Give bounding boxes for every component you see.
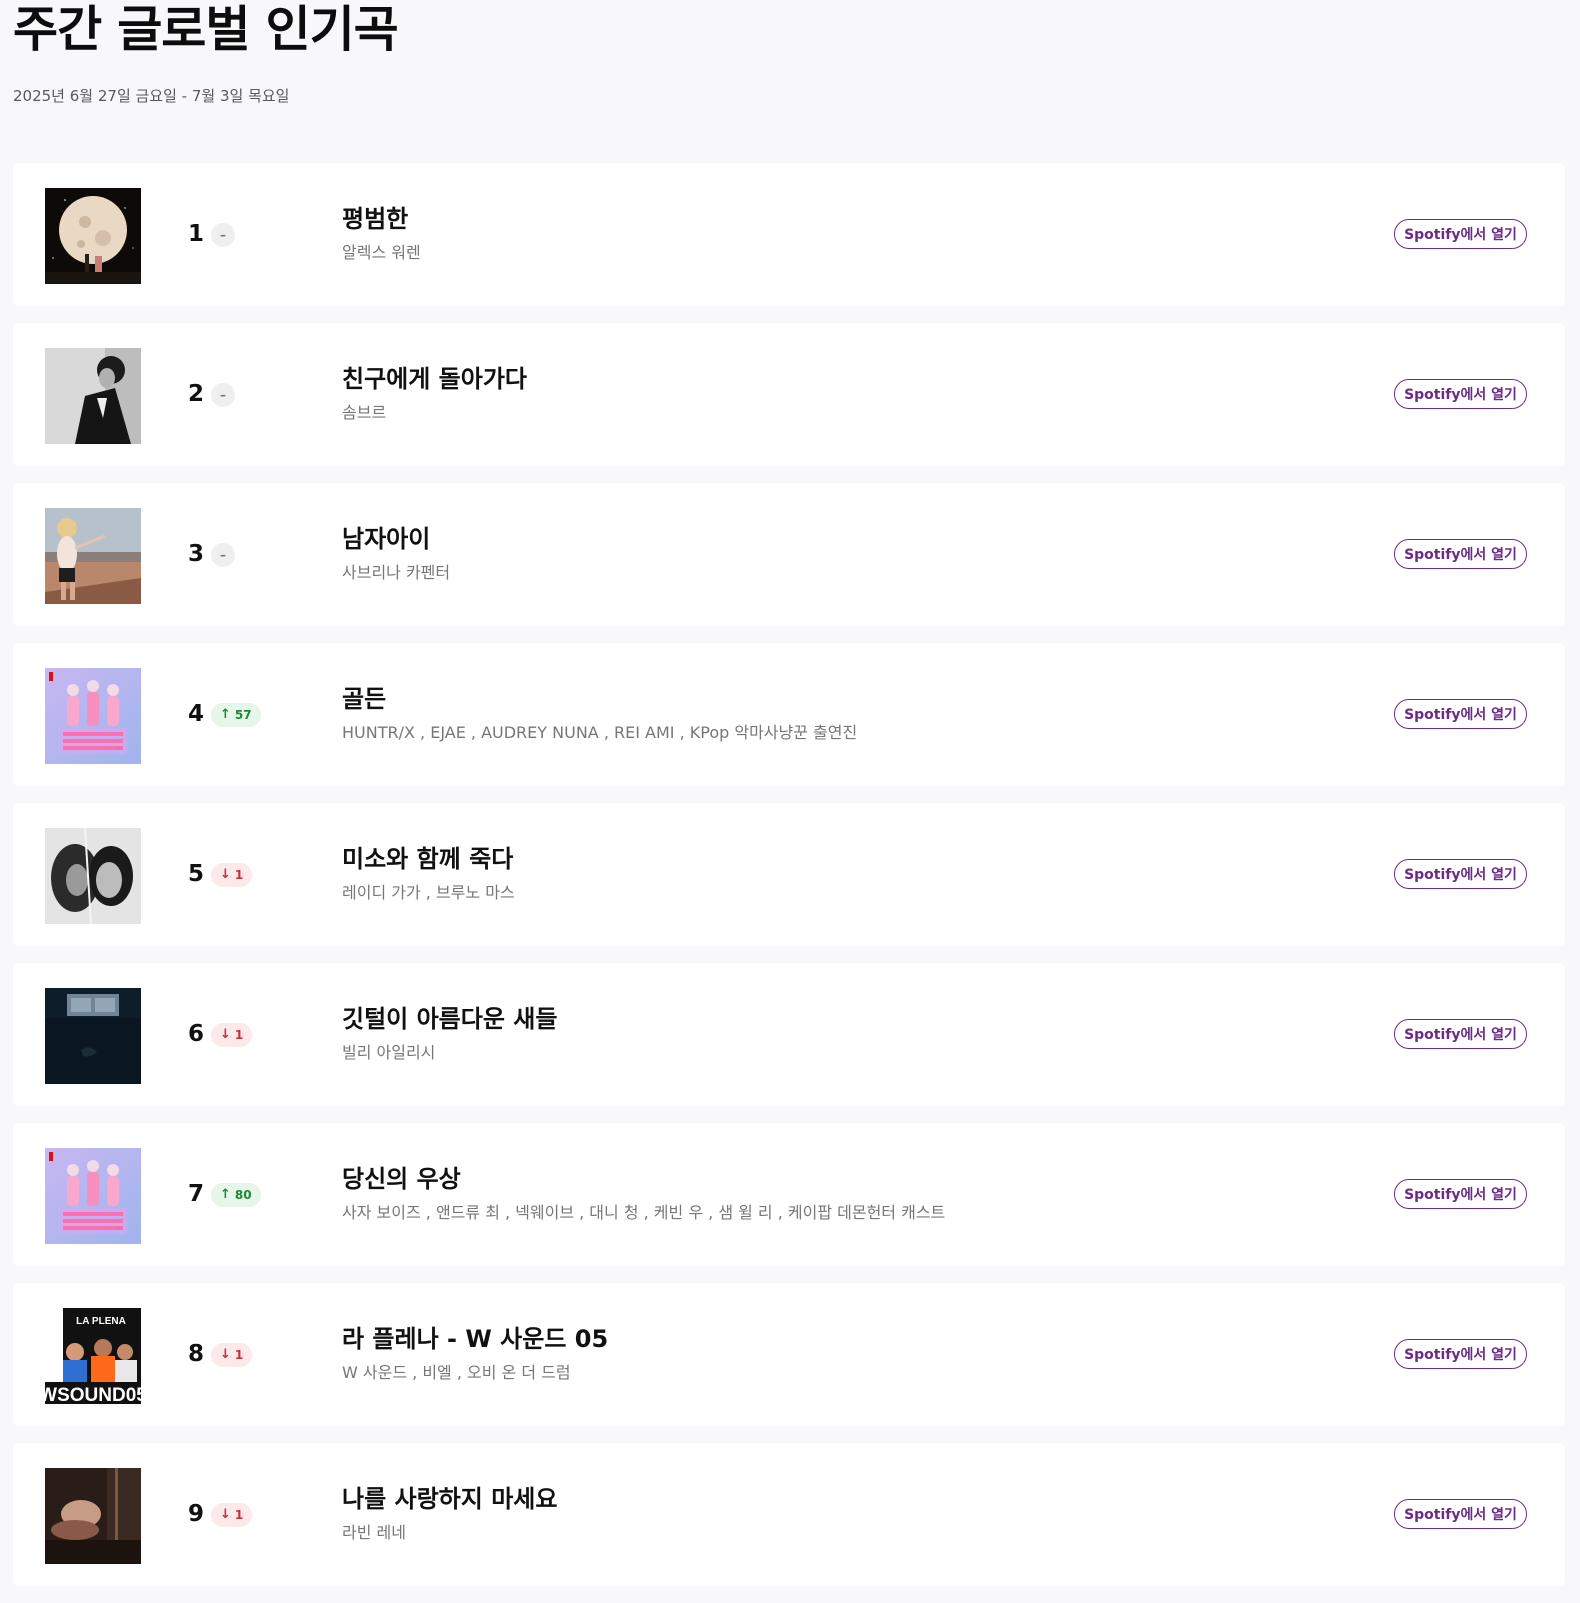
page-title: 주간 글로벌 인기곡 <box>13 1 399 58</box>
desert-cover-svg <box>45 508 141 604</box>
track-title: 당신의 우상 <box>342 1165 461 1193</box>
kpop-cover-svg <box>45 1148 141 1244</box>
chart-row: 7 ↑ 80 당신의 우상 사자 보이즈 , 앤드류 최 , 넥웨이브 , 대니… <box>13 1123 1565 1266</box>
track-title: 골든 <box>342 685 387 713</box>
rank-change-badge: ↑ 57 <box>211 703 261 727</box>
rank-number: 1 <box>188 221 205 247</box>
chart-row: LA PLENA WSOUND05 8 ↓ 1 라 플레나 - W 사운드 05… <box>13 1283 1565 1426</box>
dark-portrait-cover-art <box>45 1468 141 1564</box>
rank-number: 8 <box>188 1341 205 1367</box>
cover-text-top: LA PLENA <box>76 1316 126 1327</box>
track-artists: 솜브르 <box>342 403 387 422</box>
kpop-demon-hunters-cover-art <box>45 1148 141 1244</box>
open-in-spotify-button[interactable]: Spotify에서 열기 <box>1394 859 1527 889</box>
track-artists: 라빈 레네 <box>342 1523 406 1542</box>
open-in-spotify-button[interactable]: Spotify에서 열기 <box>1394 219 1527 249</box>
rank-change-value: 57 <box>234 708 252 722</box>
underwater-cover-art <box>45 988 141 1084</box>
track-artists: HUNTR/X , EJAE , AUDREY NUNA , REI AMI ,… <box>342 723 858 742</box>
track-title: 나를 사랑하지 마세요 <box>342 1485 558 1513</box>
arrow-down-icon: ↓ <box>220 1507 231 1522</box>
track-title: 라 플레나 - W 사운드 05 <box>342 1325 609 1353</box>
open-in-spotify-button[interactable]: Spotify에서 열기 <box>1394 699 1527 729</box>
dark-portrait-cover-svg <box>45 1468 141 1564</box>
open-in-spotify-button[interactable]: Spotify에서 열기 <box>1394 539 1527 569</box>
rank-change-value: – <box>220 228 226 242</box>
rank-number: 3 <box>188 541 205 567</box>
arrow-up-icon: ↑ <box>220 1187 231 1202</box>
chart-row: 2 – 친구에게 돌아가다 솜브르 Spotify에서 열기 <box>13 323 1565 466</box>
rank-change-value: 1 <box>234 1028 244 1042</box>
chart-row: 6 ↓ 1 깃털이 아름다운 새들 빌리 아일리시 Spotify에서 열기 <box>13 963 1565 1106</box>
track-artists: 빌리 아일리시 <box>342 1043 436 1062</box>
bw-portrait-cover-art <box>45 348 141 444</box>
rank-number: 2 <box>188 381 205 407</box>
arrow-down-icon: ↓ <box>220 1347 231 1362</box>
rank-number: 7 <box>188 1181 205 1207</box>
chart-row: 3 – 남자아이 사브리나 카펜터 Spotify에서 열기 <box>13 483 1565 626</box>
rank-change-badge: ↓ 1 <box>211 1503 253 1527</box>
arrow-down-icon: ↓ <box>220 1027 231 1042</box>
open-in-spotify-button[interactable]: Spotify에서 열기 <box>1394 1339 1527 1369</box>
chart-row: 4 ↑ 57 골든 HUNTR/X , EJAE , AUDREY NUNA ,… <box>13 643 1565 786</box>
rank-change-badge: – <box>211 383 235 407</box>
underwater-cover-svg <box>45 988 141 1084</box>
faces-cover-svg <box>45 828 141 924</box>
rank-number: 9 <box>188 1501 205 1527</box>
rank-change-value: – <box>220 548 226 562</box>
kpop-cover-svg <box>45 668 141 764</box>
track-artists: 알렉스 워렌 <box>342 243 421 262</box>
open-in-spotify-button[interactable]: Spotify에서 열기 <box>1394 379 1527 409</box>
track-artists: 사자 보이즈 , 앤드류 최 , 넥웨이브 , 대니 청 , 케빈 우 , 샘 … <box>342 1203 946 1222</box>
rank-change-value: – <box>220 388 226 402</box>
track-title: 친구에게 돌아가다 <box>342 365 527 393</box>
open-in-spotify-button[interactable]: Spotify에서 열기 <box>1394 1179 1527 1209</box>
rank-change-badge: ↓ 1 <box>211 863 253 887</box>
kpop-demon-hunters-cover-art <box>45 668 141 764</box>
moon-cover-svg <box>45 188 141 284</box>
track-title: 깃털이 아름다운 새들 <box>342 1005 558 1033</box>
cover-text-bottom: WSOUND05 <box>45 1385 141 1404</box>
desert-cover-art <box>45 508 141 604</box>
rank-change-badge: ↓ 1 <box>211 1023 253 1047</box>
rank-number: 4 <box>188 701 205 727</box>
open-in-spotify-button[interactable]: Spotify에서 열기 <box>1394 1499 1527 1529</box>
chart-row: 9 ↓ 1 나를 사랑하지 마세요 라빈 레네 Spotify에서 열기 <box>13 1443 1565 1586</box>
portrait-cover-svg <box>45 348 141 444</box>
track-title: 평범한 <box>342 205 409 233</box>
rank-change-badge: ↑ 80 <box>211 1183 261 1207</box>
track-artists: 사브리나 카펜터 <box>342 563 451 582</box>
la-plena-cover-art: LA PLENA WSOUND05 <box>45 1308 141 1404</box>
arrow-up-icon: ↑ <box>220 707 231 722</box>
rank-change-badge: – <box>211 543 235 567</box>
chart-row: 5 ↓ 1 미소와 함께 죽다 레이디 가가 , 브루노 마스 Spotify에… <box>13 803 1565 946</box>
rank-change-value: 1 <box>234 1508 244 1522</box>
moon-cover-art <box>45 188 141 284</box>
rank-change-value: 1 <box>234 1348 244 1362</box>
bw-faces-cover-art <box>45 828 141 924</box>
rank-number: 5 <box>188 861 205 887</box>
open-in-spotify-button[interactable]: Spotify에서 열기 <box>1394 1019 1527 1049</box>
rank-number: 6 <box>188 1021 205 1047</box>
track-artists: 레이디 가가 , 브루노 마스 <box>342 883 515 902</box>
track-title: 미소와 함께 죽다 <box>342 845 514 873</box>
rank-change-badge: – <box>211 223 235 247</box>
track-title: 남자아이 <box>342 525 431 553</box>
rank-change-value: 1 <box>234 868 244 882</box>
chart-row: 1 – 평범한 알렉스 워렌 Spotify에서 열기 <box>13 163 1565 306</box>
track-artists: W 사운드 , 비엘 , 오비 온 더 드럼 <box>342 1363 571 1382</box>
rank-change-value: 80 <box>234 1188 252 1202</box>
la-plena-cover-svg: LA PLENA WSOUND05 <box>45 1308 141 1404</box>
arrow-down-icon: ↓ <box>220 867 231 882</box>
rank-change-badge: ↓ 1 <box>211 1343 253 1367</box>
date-range: 2025년 6월 27일 금요일 - 7월 3일 목요일 <box>13 87 290 105</box>
